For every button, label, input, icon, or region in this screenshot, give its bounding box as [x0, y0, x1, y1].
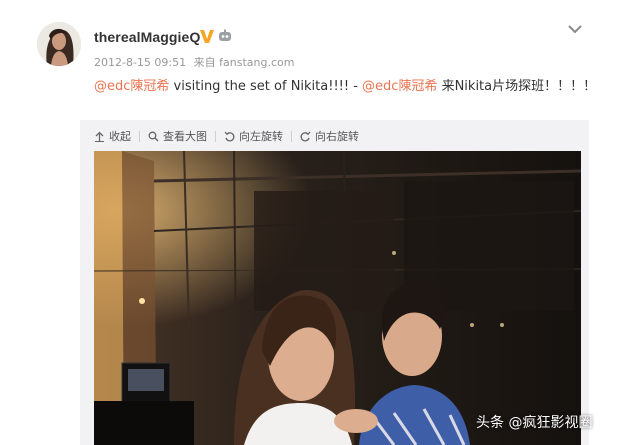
username-link[interactable]: therealMaggieQ [94, 29, 200, 45]
post-text: @edc陳冠希 visiting the set of Nikita!!!! -… [94, 75, 596, 94]
toolbar-divider [215, 130, 216, 142]
collapse-up-icon [95, 131, 104, 142]
rotate-right-label: 向右旋转 [315, 130, 359, 143]
chevron-down-icon[interactable] [568, 24, 582, 34]
magnifier-icon [148, 131, 159, 141]
mention-link-2[interactable]: @edc陳冠希 [362, 79, 437, 94]
rotate-left-label: 向左旋转 [239, 130, 283, 143]
collapse-button[interactable]: 收起 [94, 128, 131, 144]
toolbar-divider [291, 130, 292, 142]
avatar[interactable] [37, 22, 81, 66]
post-source[interactable]: fanstang.com [219, 56, 294, 69]
verified-v-badge-icon [200, 30, 214, 43]
watermark: 头条 @疯狂影视圈 [476, 415, 593, 431]
post-meta: 2012-8-15 09:51 来自 fanstang.com [94, 54, 298, 70]
rotate-left-button[interactable]: 向左旋转 [224, 128, 283, 144]
media-toolbar: 收起 查看大图 向左旋转 向右旋转 [94, 128, 359, 144]
rotate-left-icon [224, 131, 235, 141]
rotate-right-icon [300, 131, 311, 141]
view-large-label: 查看大图 [163, 130, 207, 143]
toolbar-divider [139, 130, 140, 142]
post-text-part-2: 来Nikita片场探班！！！！ [437, 79, 597, 94]
post-timestamp[interactable]: 2012-8-15 09:51 [94, 56, 186, 69]
weibo-member-icon[interactable] [218, 29, 232, 43]
mention-link-1[interactable]: @edc陳冠希 [94, 79, 169, 94]
post-photo[interactable] [94, 151, 581, 445]
view-large-button[interactable]: 查看大图 [148, 128, 207, 144]
source-prefix: 来自 [193, 56, 216, 69]
rotate-right-button[interactable]: 向右旋转 [300, 128, 359, 144]
post-text-part-1: visiting the set of Nikita!!!! - [169, 79, 363, 94]
collapse-label: 收起 [109, 130, 131, 143]
